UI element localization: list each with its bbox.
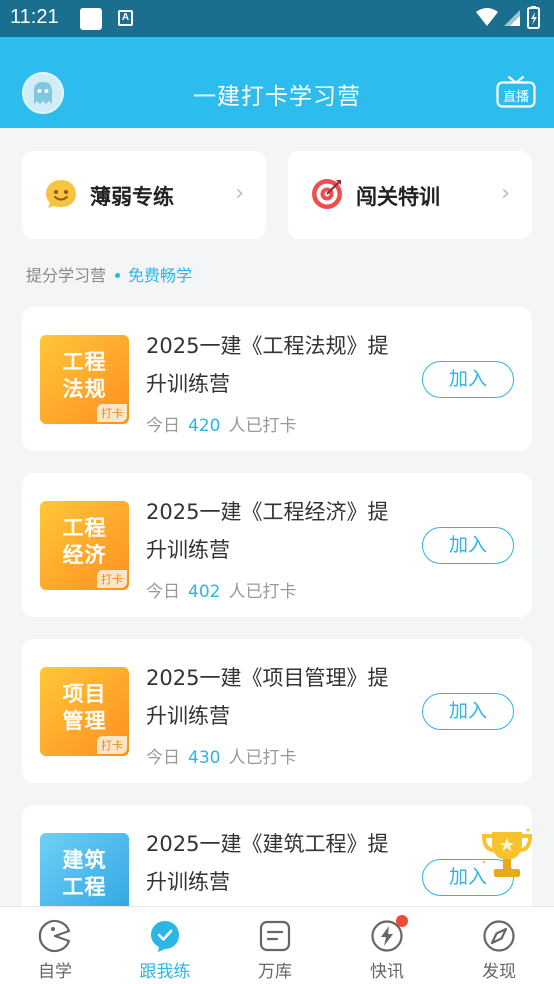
notification-a-icon: A [118,10,133,26]
wifi-icon [476,8,498,26]
live-label: 直播 [503,90,529,105]
camp-title: 2025一建《建筑工程》提升训练营 [146,832,389,894]
weak-practice-card[interactable]: 薄弱专练 › [22,151,266,239]
nav-label: 自学 [38,962,72,982]
notification-square-icon [80,8,102,30]
app-header: 一建打卡学习营 直播 [0,37,554,128]
live-tv-button[interactable]: 直播 [496,75,536,109]
join-button[interactable]: 加入 [422,527,514,564]
separator-dot [115,273,121,278]
camp-thumbnail: 工程 法规 打卡 [40,335,129,424]
section-heading: 提分学习营 免费畅学 [26,262,192,286]
checkin-tag: 打卡 [97,736,127,754]
weak-practice-label: 薄弱专练 [90,185,174,209]
section-title: 提分学习营 [26,266,107,285]
nav-news[interactable]: 快讯 [332,907,442,984]
camp-thumbnail: 工程 经济 打卡 [40,501,129,590]
join-button[interactable]: 加入 [422,693,514,730]
challenge-training-label: 闯关特训 [356,185,440,209]
checkin-stat: 今日 402 人已打卡 [146,582,297,602]
nav-label: 快讯 [370,962,404,982]
challenge-training-card[interactable]: 闯关特训 › [288,151,532,239]
chevron-right-icon: › [235,181,244,206]
camp-title: 2025一建《项目管理》提升训练营 [146,666,389,728]
system-status-icons [476,6,540,29]
camp-card-economy[interactable]: 工程 经济 打卡 2025一建《工程经济》提升训练营 今日 402 人已打卡 加入 [22,473,532,617]
join-button[interactable]: 加入 [422,361,514,398]
compass-icon [483,920,515,952]
nav-self-study[interactable]: 自学 [0,907,110,984]
bottom-navigation: 自学 跟我练 万库 快讯 发现 [0,906,554,984]
checkin-tag: 打卡 [97,570,127,588]
nav-question-bank[interactable]: 万库 [220,907,330,984]
check-circle-icon [151,921,179,952]
document-icon [259,920,291,952]
nav-label: 跟我练 [139,962,191,982]
camp-card-management[interactable]: 项目 管理 打卡 2025一建《项目管理》提升训练营 今日 430 人已打卡 加入 [22,639,532,783]
trophy-icon[interactable] [478,822,536,886]
checkin-stat: 今日 430 人已打卡 [146,748,297,768]
status-bar: 11:21 A [0,0,554,37]
camp-title: 2025一建《工程法规》提升训练营 [146,334,389,396]
nav-label: 万库 [258,962,292,982]
nav-label: 发现 [482,962,516,982]
nav-practice[interactable]: 跟我练 [110,907,220,984]
checkin-stat: 今日 420 人已打卡 [146,416,297,436]
target-icon [312,179,342,209]
page-title: 一建打卡学习营 [193,84,361,110]
camp-title: 2025一建《工程经济》提升训练营 [146,500,389,562]
status-time: 11:21 [10,6,59,28]
free-label: 免费畅学 [128,266,193,285]
nav-discover[interactable]: 发现 [444,907,554,984]
notification-badge [396,915,408,927]
camp-thumbnail: 项目 管理 打卡 [40,667,129,756]
checkin-tag: 打卡 [97,404,127,422]
smile-face-icon [46,180,76,208]
chevron-right-icon: › [501,181,510,206]
pacman-icon [38,919,71,953]
camp-card-law[interactable]: 工程 法规 打卡 2025一建《工程法规》提升训练营 今日 420 人已打卡 加入 [22,307,532,451]
